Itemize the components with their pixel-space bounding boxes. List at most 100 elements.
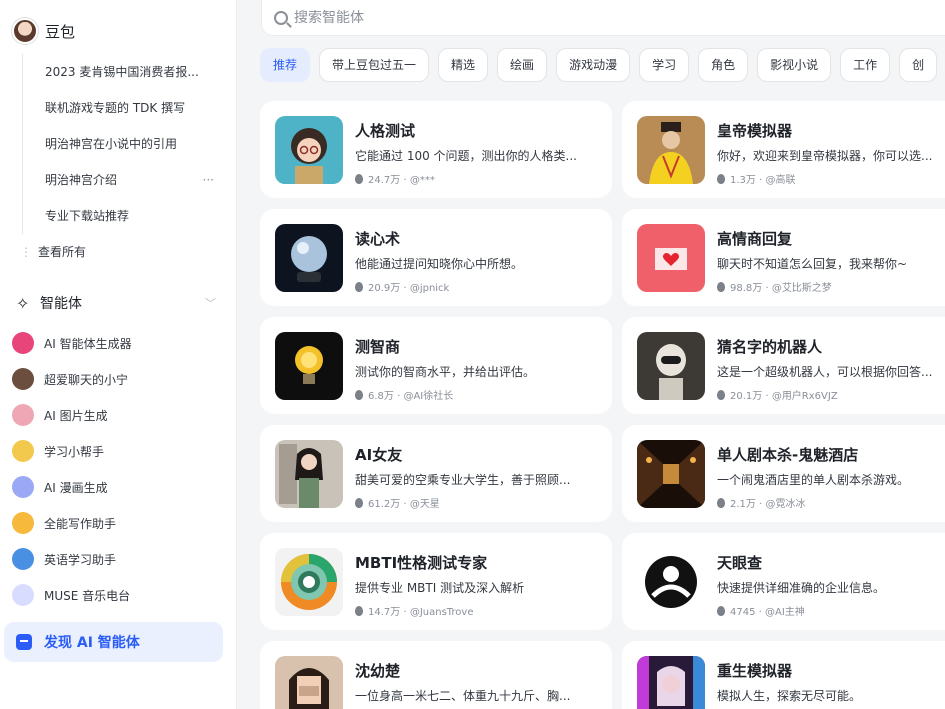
agent-card-description: 模拟人生，探索无尽可能。: [717, 689, 862, 703]
usage-count: 61.2万: [368, 499, 401, 510]
author-handle[interactable]: @jpnick: [410, 283, 450, 294]
agent-card-title: 测智商: [355, 338, 401, 356]
agent-label: 全能写作助手: [44, 516, 117, 531]
agent-card-meta: 2.1万 · @霓冰冰: [717, 495, 805, 510]
category-tab[interactable]: 推荐: [260, 48, 311, 82]
history-list: 2023 麦肯锡中国消费者报... 联机游戏专题的 TDK 撰写 明治神宫在小说…: [22, 54, 222, 234]
agent-card-meta: 20.1万 · @用户Rx6VJZ: [717, 387, 838, 402]
author-handle[interactable]: @用户Rx6VJZ: [772, 391, 838, 402]
agent-card-description: 你好，欢迎来到皇帝模拟器，你可以选...: [717, 149, 933, 163]
usage-count: 1.3万: [730, 175, 756, 186]
agent-avatar-icon: [12, 512, 34, 534]
author-handle[interactable]: @JuansTrove: [410, 607, 474, 618]
agent-card-description: 快速提供详细准确的企业信息。: [717, 581, 886, 595]
fire-icon: [717, 606, 725, 616]
meta-separator: ·: [400, 607, 410, 618]
history-item[interactable]: 专业下载站推荐: [23, 198, 222, 234]
agent-card[interactable]: 高情商回复 聊天时不知道怎么回复，我来帮你~ 98.8万 · @艾比斯之梦: [622, 209, 945, 306]
agent-card[interactable]: 读心术 他能通过提问知晓你心中所想。 20.9万 · @jpnick: [260, 209, 612, 306]
fire-icon: [717, 390, 725, 400]
agent-card-meta: 98.8万 · @艾比斯之梦: [717, 279, 832, 294]
agent-label: AI 漫画生成: [44, 480, 108, 495]
search-bar[interactable]: [261, 0, 945, 36]
agent-card-description: 这是一个超级机器人，可以根据你回答...: [717, 365, 933, 379]
usage-count: 24.7万: [368, 175, 401, 186]
sidebar-agent-item[interactable]: AI 漫画生成: [12, 469, 132, 505]
usage-count: 14.7万: [368, 607, 401, 618]
agent-card[interactable]: 沈幼楚 一位身高一米七二、体重九十九斤、胸...: [260, 641, 612, 709]
category-tab[interactable]: 精选: [438, 48, 489, 82]
fire-icon: [355, 390, 363, 400]
history-item[interactable]: 联机游戏专题的 TDK 撰写: [23, 90, 222, 126]
agent-card[interactable]: AI女友 甜美可爱的空乘专业大学生，善于照顾... 61.2万 · @天星: [260, 425, 612, 522]
sidebar-agent-item[interactable]: 超爱聊天的小宁: [12, 361, 132, 397]
agent-list: AI 智能体生成器超爱聊天的小宁 AI 图片生成 学习小帮手 AI 漫画生成 全能写作助…: [12, 325, 132, 613]
agent-card-description: 甜美可爱的空乘专业大学生，善于照顾...: [355, 473, 571, 487]
author-handle[interactable]: @高联: [765, 175, 795, 186]
category-tab[interactable]: 带上豆包过五一: [319, 48, 430, 82]
see-all-link[interactable]: ⋮ 查看所有: [16, 240, 86, 264]
meta-separator: ·: [400, 499, 410, 510]
discover-icon: [16, 634, 32, 650]
author-handle[interactable]: @艾比斯之梦: [772, 283, 832, 294]
author-handle[interactable]: @AI主神: [765, 607, 805, 618]
agent-card[interactable]: 测智商 测试你的智商水平，并给出评估。 6.8万 · @AI徐社长: [260, 317, 612, 414]
agent-avatar-image: [637, 548, 705, 616]
category-tab[interactable]: 绘画: [497, 48, 548, 82]
author-handle[interactable]: @天星: [410, 499, 440, 510]
agent-card-title: 单人剧本杀-鬼魅酒店: [717, 446, 859, 464]
history-item[interactable]: 2023 麦肯锡中国消费者报...: [23, 54, 222, 90]
agent-label: AI 图片生成: [44, 408, 108, 423]
agent-card-title: 重生模拟器: [717, 662, 793, 680]
category-tab[interactable]: 学习: [639, 48, 690, 82]
agent-label: AI 智能体生成器: [44, 336, 132, 351]
more-options-icon[interactable]: ···: [203, 162, 214, 198]
category-tab[interactable]: 创: [899, 48, 938, 82]
usage-count: 4745: [730, 607, 756, 618]
sidebar-agent-item[interactable]: AI 图片生成: [12, 397, 132, 433]
author-handle[interactable]: @AI徐社长: [403, 391, 453, 402]
agent-card-title: 沈幼楚: [355, 662, 401, 680]
category-tab[interactable]: 游戏动漫: [556, 48, 631, 82]
category-tab[interactable]: 影视小说: [757, 48, 832, 82]
sidebar-agent-item[interactable]: 英语学习助手: [12, 541, 132, 577]
agent-card-meta: 1.3万 · @高联: [717, 171, 795, 186]
agent-label: 学习小帮手: [44, 444, 105, 459]
brand[interactable]: 豆包: [12, 18, 75, 44]
fire-icon: [717, 282, 725, 292]
author-handle[interactable]: @***: [410, 175, 435, 186]
author-handle[interactable]: @霓冰冰: [765, 499, 805, 510]
chevron-down-icon[interactable]: ﹀: [205, 295, 216, 311]
search-input[interactable]: [294, 9, 794, 26]
discover-agents-button[interactable]: 发现 AI 智能体: [4, 622, 223, 662]
agent-card[interactable]: 皇帝模拟器 你好，欢迎来到皇帝模拟器，你可以选... 1.3万 · @高联: [622, 101, 945, 198]
agent-avatar-icon: [12, 440, 34, 462]
fire-icon: [355, 498, 363, 508]
history-item-label: 明治神宫介绍: [45, 173, 118, 187]
category-tab[interactable]: 工作: [840, 48, 891, 82]
agent-card[interactable]: 单人剧本杀-鬼魅酒店 一个闹鬼酒店里的单人剧本杀游戏。 2.1万 · @霓冰冰: [622, 425, 945, 522]
agents-section-header[interactable]: ✧ 智能体 ﹀: [16, 291, 216, 315]
agent-card[interactable]: 重生模拟器模拟人生，探索无尽可能。: [622, 641, 945, 709]
agent-card[interactable]: 人格测试 它能通过 100 个问题，测出你的人格类... 24.7万 · @***: [260, 101, 612, 198]
agent-card[interactable]: 天眼查 快速提供详细准确的企业信息。 4745 · @AI主神: [622, 533, 945, 630]
category-tab[interactable]: 角色: [698, 48, 749, 82]
history-item-label: 专业下载站推荐: [45, 209, 130, 223]
agent-avatar-icon: [12, 368, 34, 390]
sidebar-agent-item[interactable]: AI 智能体生成器: [12, 325, 132, 361]
sidebar-agent-item[interactable]: MUSE 音乐电台: [12, 577, 132, 613]
main-content: 推荐带上豆包过五一精选绘画游戏动漫学习角色影视小说工作创 人格测试它能通过 10…: [237, 0, 945, 709]
agent-card[interactable]: 猜名字的机器人 这是一个超级机器人，可以根据你回答... 20.1万 · @用户Rx…: [622, 317, 945, 414]
sidebar-agent-item[interactable]: 学习小帮手: [12, 433, 132, 469]
agent-avatar-image: [637, 440, 705, 508]
agent-card-meta: 24.7万 · @***: [355, 171, 435, 186]
meta-separator: ·: [762, 391, 772, 402]
meta-separator: ·: [755, 607, 765, 618]
sidebar-agent-item[interactable]: 全能写作助手: [12, 505, 132, 541]
agent-avatar-image: [275, 440, 343, 508]
fire-icon: [717, 174, 725, 184]
history-item[interactable]: 明治神宫在小说中的引用: [23, 126, 222, 162]
history-item[interactable]: 明治神宫介绍 ···: [23, 162, 222, 198]
agent-card[interactable]: MBTI性格测试专家 提供专业 MBTI 测试及深入解析 14.7万 · @Juan…: [260, 533, 612, 630]
fire-icon: [717, 498, 725, 508]
